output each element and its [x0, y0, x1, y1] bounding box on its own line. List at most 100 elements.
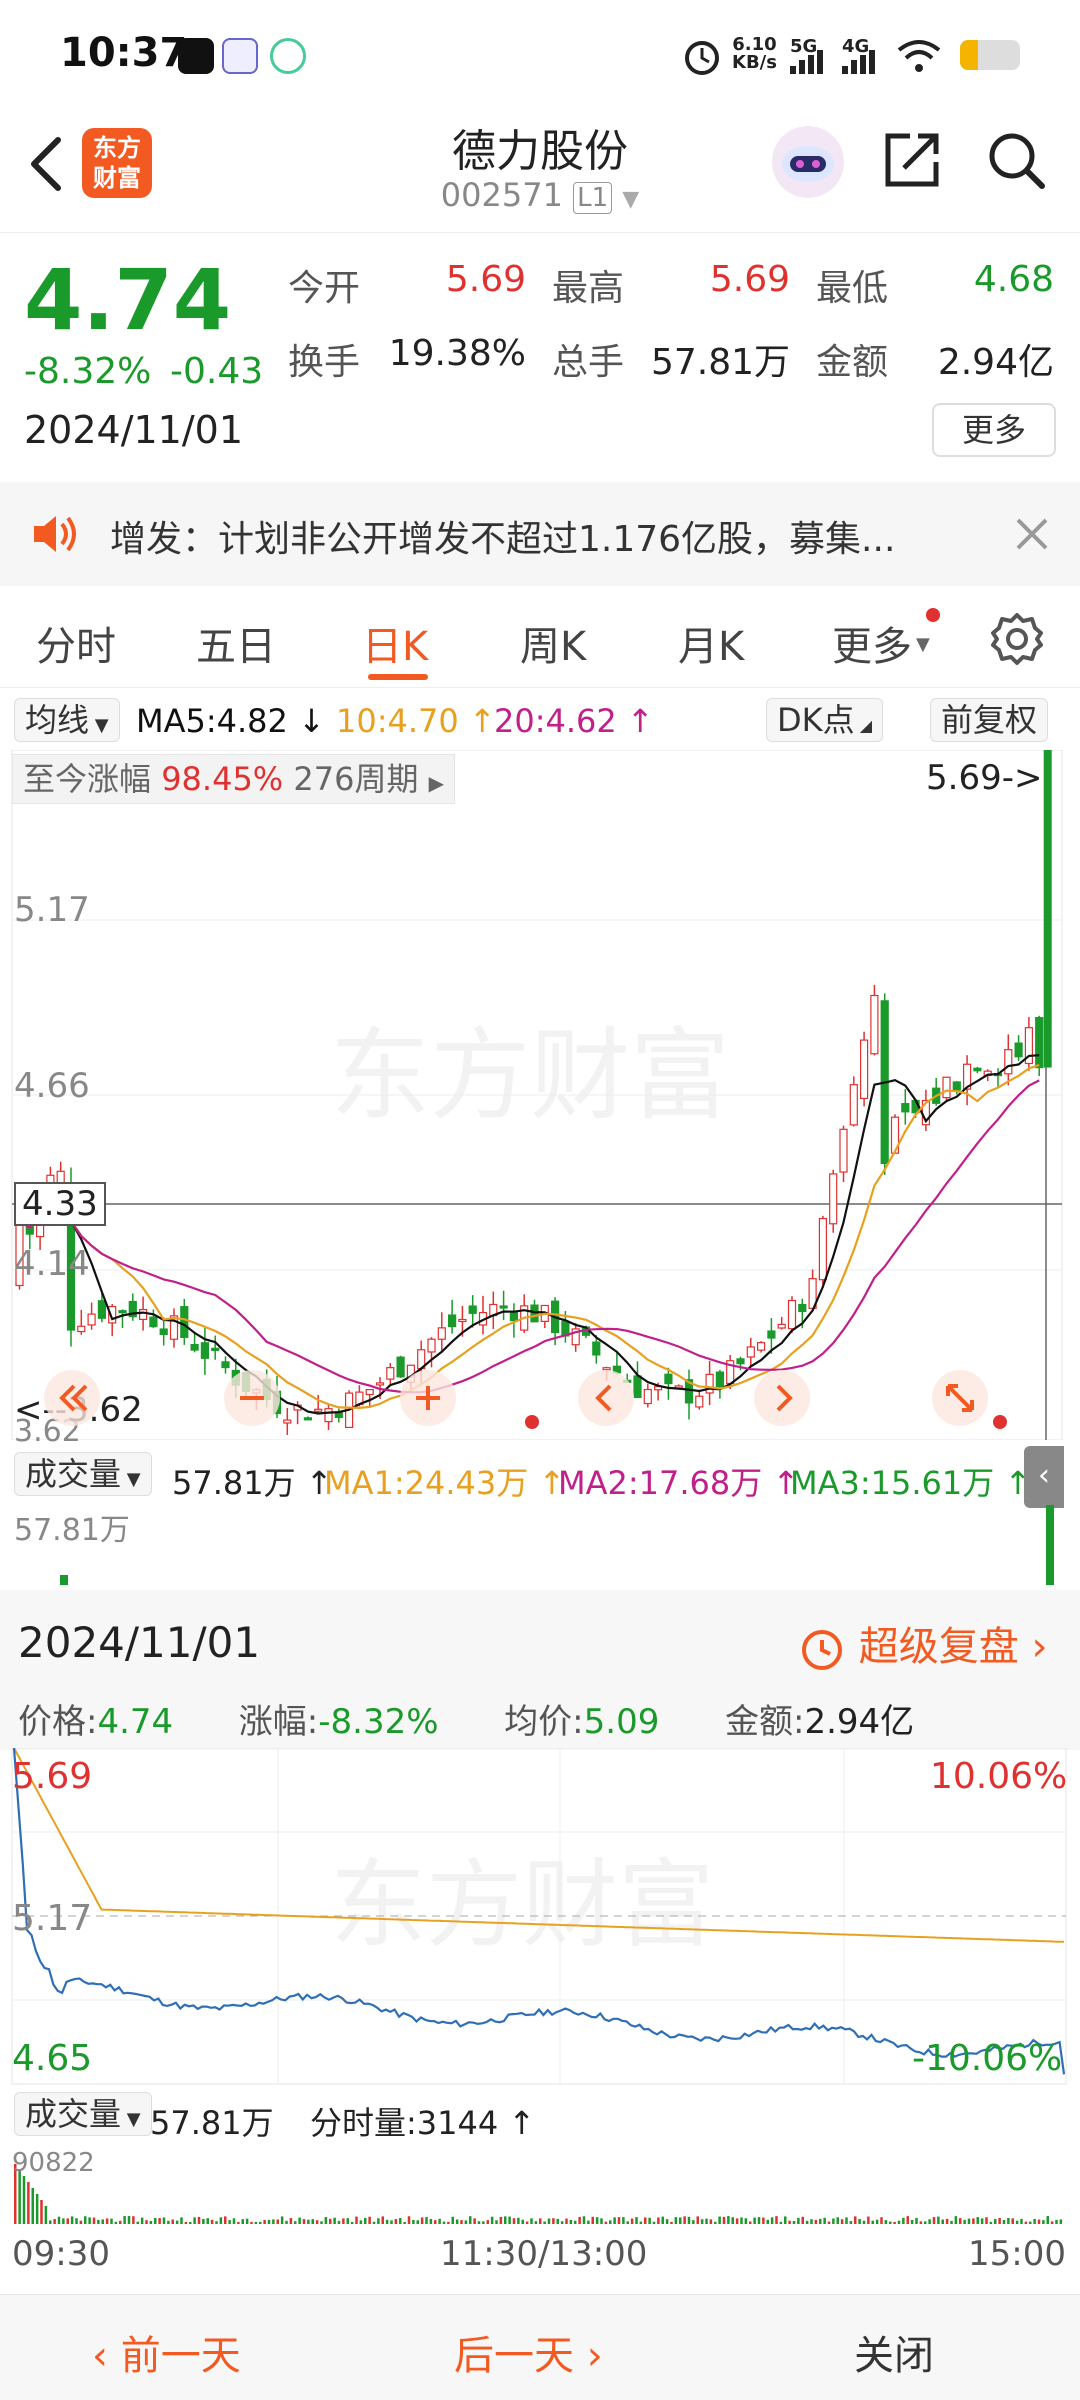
- tab-weekly-k[interactable]: 周K: [520, 614, 586, 672]
- intraday-volume-bar: [259, 2221, 262, 2224]
- app-notification-icon: [178, 38, 214, 74]
- rewind-icon[interactable]: [42, 1368, 102, 1428]
- intraday-volume-bar: [385, 2219, 389, 2224]
- intraday-volume-selector[interactable]: 成交量 ▼: [14, 2092, 152, 2136]
- intraday-volume-bar: [197, 2216, 201, 2224]
- intraday-volume-bar: [132, 2216, 135, 2224]
- dk-point-toggle[interactable]: DK点 ◢: [766, 698, 884, 742]
- intraday-volume-bar: [285, 2220, 288, 2224]
- announcement-bar[interactable]: 增发：计划非公开增发不超过1.176亿股，募集...: [0, 482, 1080, 586]
- intraday-volume-bar: [355, 2216, 358, 2224]
- candle-body: [221, 1361, 230, 1369]
- intraday-volume-bar: [477, 2221, 481, 2224]
- zoom-in-icon[interactable]: [398, 1368, 458, 1428]
- share-icon[interactable]: [880, 128, 944, 192]
- candle-body: [303, 1417, 312, 1421]
- volume-selector[interactable]: 成交量 ▼: [14, 1452, 152, 1496]
- intraday-volume-bar: [889, 2221, 892, 2224]
- open-value: 5.69: [445, 259, 526, 300]
- robot-icon[interactable]: [770, 124, 846, 200]
- intraday-volume-bar: [976, 2217, 979, 2224]
- chevron-down-icon[interactable]: ▼: [622, 187, 639, 212]
- tab-intraday[interactable]: 分时: [36, 614, 116, 672]
- intraday-volume-bar: [232, 2218, 236, 2224]
- ma-selector[interactable]: 均线 ▼: [14, 698, 120, 742]
- vol-ma2-text: MA2:17.68万: [558, 1464, 763, 1502]
- chevron-left-icon: ‹: [92, 2333, 121, 2379]
- prev-icon[interactable]: [576, 1368, 636, 1428]
- intraday-volume-bar: [937, 2216, 940, 2224]
- intraday-volume-bar: [578, 2216, 581, 2224]
- volume-text: 57.81万: [172, 1464, 296, 1502]
- intraday-volume-bar: [801, 2216, 804, 2224]
- gain-since-box[interactable]: 至今涨幅 98.45% 276周期 ▶: [12, 754, 456, 804]
- search-icon[interactable]: [984, 128, 1048, 192]
- turnover-value: 19.38%: [388, 333, 526, 374]
- zoom-out-icon[interactable]: [222, 1368, 282, 1428]
- intraday-volume-bar: [600, 2218, 603, 2224]
- intraday-volume-bar: [727, 2216, 730, 2224]
- intraday-volume-bar: [337, 2220, 341, 2224]
- candle-body: [736, 1358, 745, 1365]
- intraday-chart[interactable]: 东方财富 5.69 5.17 4.65 10.06% -10.06%: [0, 1747, 1080, 2088]
- candle-body: [87, 1313, 96, 1326]
- intraday-volume-bar: [79, 2220, 83, 2224]
- collapse-panel-handle[interactable]: ‹: [1024, 1446, 1064, 1508]
- tab-five-day[interactable]: 五日: [196, 614, 276, 672]
- kline-chart[interactable]: 东方财富 至今涨幅 98.45% 276周期 ▶ 5.69-> 5.17 4.6…: [0, 749, 1080, 1449]
- intraday-volume-bar: [731, 2217, 734, 2224]
- intraday-volume-bar: [438, 2218, 441, 2224]
- tab-more[interactable]: 更多: [832, 614, 912, 672]
- intraday-volume-total: 57.81万: [150, 2104, 274, 2142]
- tab-monthly-k[interactable]: 月K: [678, 614, 744, 672]
- candle-body: [798, 1303, 807, 1313]
- intraday-volume-bar: [399, 2218, 402, 2224]
- intraday-volume-bar: [110, 2218, 113, 2224]
- intraday-volume-bar: [394, 2219, 398, 2224]
- intraday-volume-bar: [333, 2217, 336, 2224]
- ma5-value: MA5:4.82 ↓: [136, 702, 325, 740]
- more-stats-button[interactable]: 更多: [932, 403, 1056, 457]
- intraday-volume-bar: [49, 2220, 52, 2224]
- vol-ma3: MA3:15.61万 ↑: [790, 1464, 1032, 1502]
- intraday-volume-bar: [648, 2217, 651, 2224]
- close-button[interactable]: 关闭: [854, 2323, 934, 2381]
- candle-body: [592, 1341, 601, 1356]
- fullscreen-icon[interactable]: [930, 1368, 990, 1428]
- intraday-volume-bar: [119, 2220, 122, 2224]
- intraday-volume-bar: [420, 2217, 424, 2224]
- close-icon[interactable]: [1014, 516, 1050, 552]
- intraday-volume-bar: [539, 2218, 542, 2224]
- super-replay-button[interactable]: 超级复盘 ›: [796, 1614, 1047, 1674]
- intraday-volume-bar: [985, 2217, 988, 2224]
- intraday-volume-bar: [486, 2220, 489, 2224]
- intraday-volume-bar: [832, 2218, 835, 2224]
- candle-body: [118, 1310, 127, 1314]
- tab-daily-k[interactable]: 日K: [362, 614, 428, 672]
- intraday-volume-bar: [932, 2217, 936, 2224]
- candle-body: [190, 1343, 199, 1351]
- intraday-top-price: 5.69: [12, 1756, 93, 1797]
- gear-icon[interactable]: [990, 612, 1044, 666]
- intraday-volume-bar: [254, 2221, 258, 2224]
- intraday-volume-bar: [744, 2218, 748, 2224]
- kline-canvas: 东方财富: [11, 749, 1063, 1441]
- intraday-volume-bar: [224, 2216, 227, 2224]
- red-dot-badge: [926, 608, 940, 622]
- status-bar: 10:37 6.10 KB/s 5G 4G: [0, 0, 1080, 110]
- volume-value: 57.81万 ↑: [172, 1464, 333, 1502]
- intraday-volume-bar: [473, 2218, 476, 2224]
- prev-day-button[interactable]: ‹ 前一天: [92, 2323, 241, 2381]
- intraday-volume-bar: [171, 2219, 174, 2224]
- level-badge[interactable]: L1: [573, 182, 613, 214]
- intraday-volume-bar: [718, 2216, 721, 2224]
- intraday-volume-bar: [27, 2182, 30, 2224]
- adjust-selector[interactable]: 前复权: [930, 698, 1049, 742]
- candle-body-last: [1043, 750, 1052, 1068]
- next-icon[interactable]: [752, 1368, 812, 1428]
- intraday-volume-bar: [543, 2221, 546, 2224]
- intraday-volume-bar: [1024, 2221, 1028, 2224]
- intraday-volume-bar: [175, 2220, 179, 2224]
- next-day-button[interactable]: 后一天 ›: [454, 2323, 603, 2381]
- candle-body: [787, 1299, 797, 1330]
